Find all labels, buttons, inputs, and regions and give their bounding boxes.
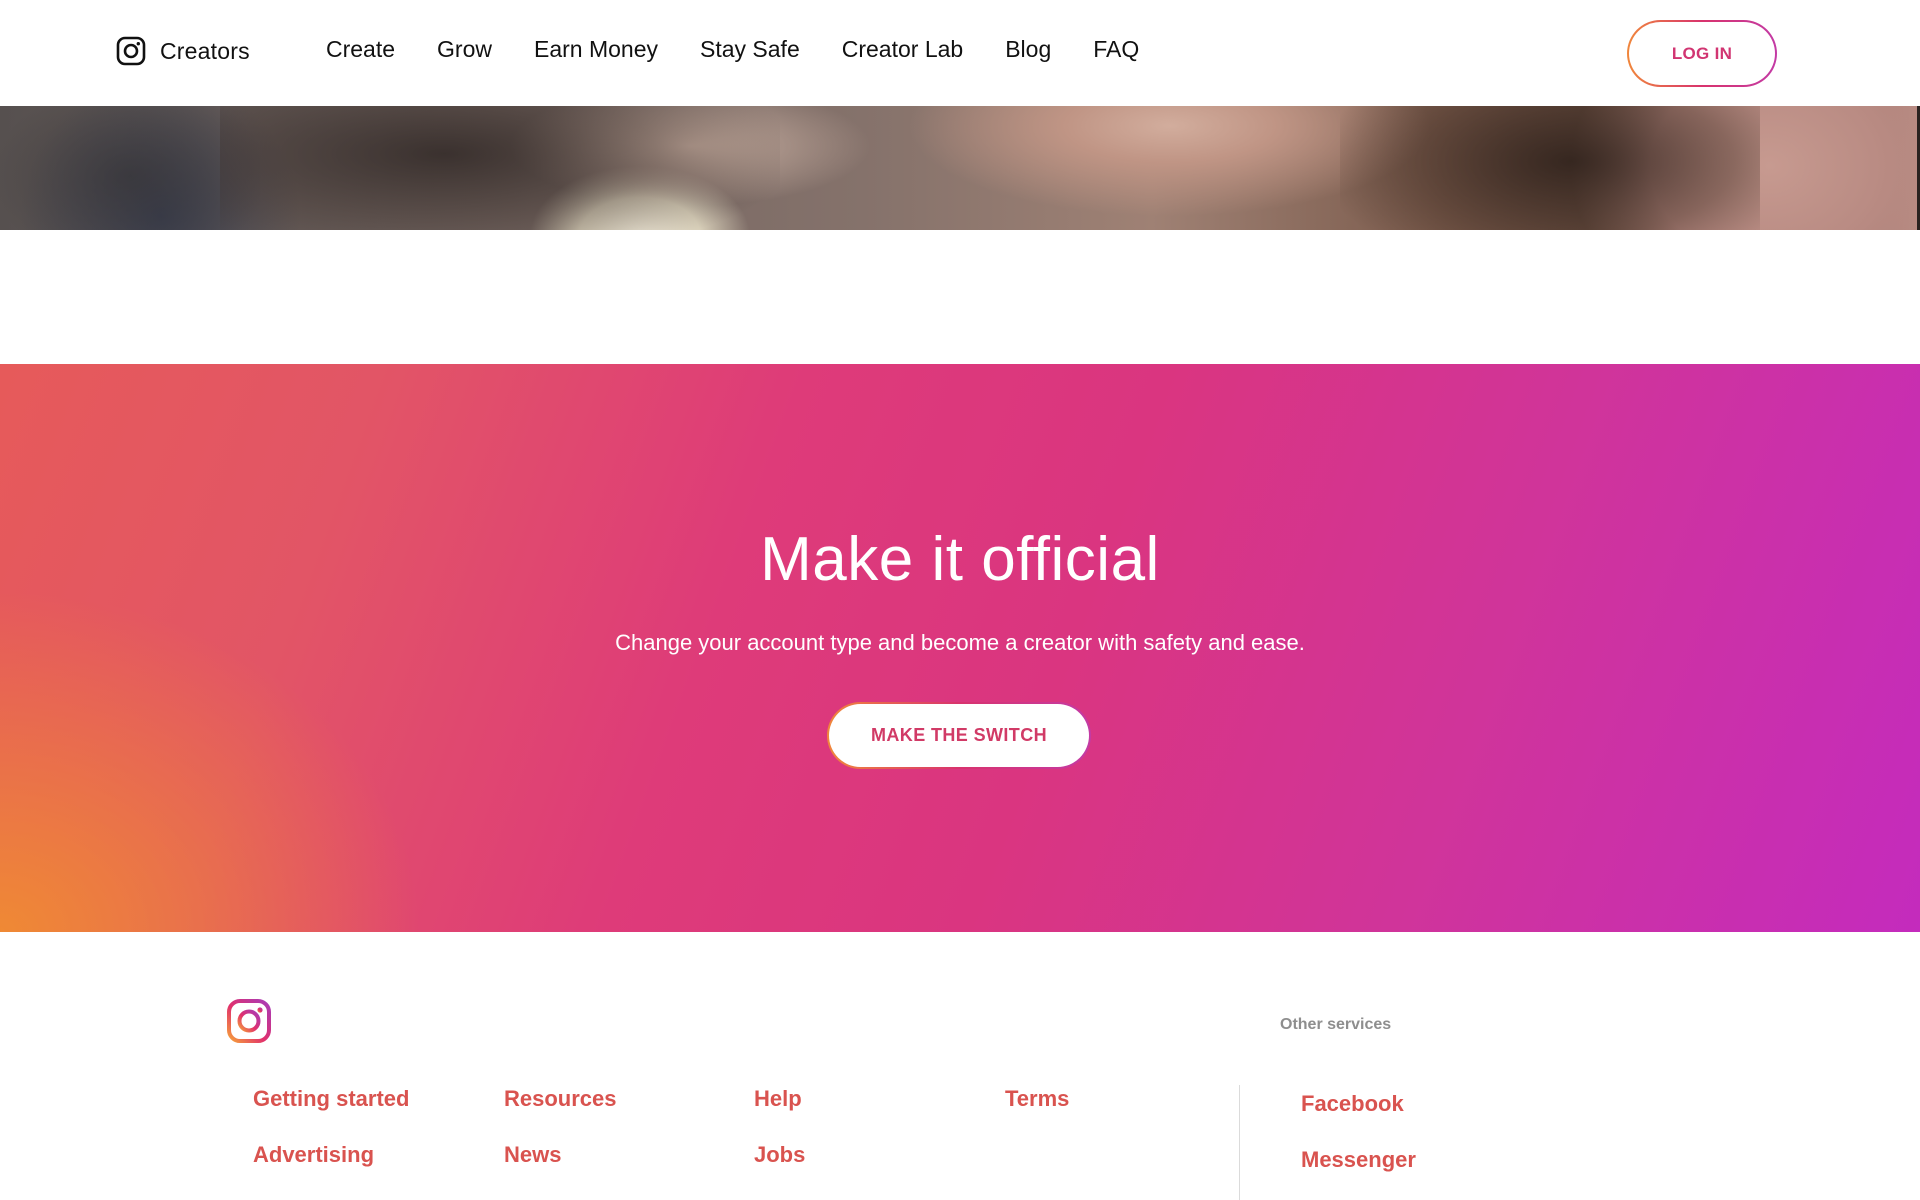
footer-link-getting-started[interactable]: Getting started xyxy=(253,1086,409,1112)
cta-section: Make it official Change your account typ… xyxy=(0,364,1920,932)
footer-link-advertising[interactable]: Advertising xyxy=(253,1142,374,1168)
footer-link-news[interactable]: News xyxy=(504,1142,561,1168)
footer-link-resources[interactable]: Resources xyxy=(504,1086,617,1112)
cta-subtitle: Change your account type and become a cr… xyxy=(615,630,1305,655)
make-the-switch-label: MAKE THE SWITCH xyxy=(829,704,1089,767)
hero-photo xyxy=(0,106,1920,230)
footer-link-terms[interactable]: Terms xyxy=(1005,1086,1069,1112)
nav-item-faq[interactable]: FAQ xyxy=(1093,36,1139,63)
footer-link-facebook[interactable]: Facebook xyxy=(1301,1091,1404,1117)
other-services-label: Other services xyxy=(1280,1016,1392,1033)
cta-title: Make it official xyxy=(760,525,1160,594)
instagram-icon xyxy=(116,36,146,66)
brand-label: Creators xyxy=(160,37,250,64)
nav-item-stay-safe[interactable]: Stay Safe xyxy=(700,36,800,63)
footer-link-jobs[interactable]: Jobs xyxy=(754,1142,805,1168)
footer-link-messenger[interactable]: Messenger xyxy=(1301,1147,1416,1173)
footer-link-help[interactable]: Help xyxy=(754,1086,802,1112)
nav-item-blog[interactable]: Blog xyxy=(1005,36,1051,63)
site-header: Creators Create Grow Earn Money Stay Saf… xyxy=(0,0,1920,106)
nav-item-create[interactable]: Create xyxy=(326,36,395,63)
login-button[interactable]: LOG IN xyxy=(1627,20,1777,87)
site-footer: Other services Getting started Advertisi… xyxy=(0,932,1920,1200)
photo-shade-right xyxy=(1340,106,1760,230)
nav-item-creator-lab[interactable]: Creator Lab xyxy=(842,36,963,63)
nav-item-earn-money[interactable]: Earn Money xyxy=(534,36,658,63)
make-the-switch-button[interactable]: MAKE THE SWITCH xyxy=(827,702,1091,769)
instagram-logo-icon[interactable] xyxy=(226,998,272,1044)
main-nav: Create Grow Earn Money Stay Safe Creator… xyxy=(326,36,1181,63)
footer-divider xyxy=(1239,1085,1240,1200)
brand-home-link[interactable]: Creators xyxy=(116,36,250,66)
photo-shade-center xyxy=(220,106,780,230)
login-button-label: LOG IN xyxy=(1629,22,1775,85)
nav-item-grow[interactable]: Grow xyxy=(437,36,492,63)
